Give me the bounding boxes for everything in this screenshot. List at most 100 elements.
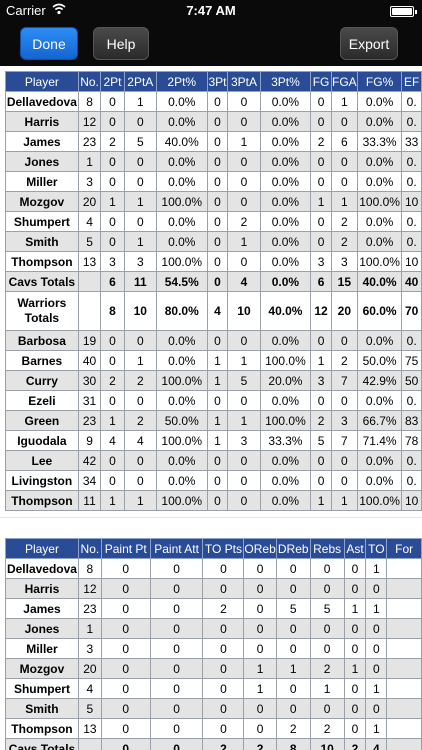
table-row[interactable]: Cavs Totals 0 0 2 2 8 10 2 4	[5, 738, 422, 750]
stat-cell: 0	[206, 131, 229, 152]
misc-stats-table-container[interactable]: Player No. Paint Pt Paint Att TO Pts OReb DReb…	[5, 538, 422, 750]
stat-cell: 0	[343, 718, 367, 739]
table-row[interactable]: Shumpert 4 0 0 0.0% 0 2 0.0% 0 2 0.0% 0.	[5, 211, 422, 232]
stat-cell: 0	[365, 658, 388, 679]
table-row[interactable]: Jones 1 0 0 0.0% 0 0 0.0% 0 0 0.0% 0.	[5, 151, 422, 172]
column-header[interactable]: Player	[5, 71, 79, 92]
table-row[interactable]: Harris 12 0 0 0.0% 0 0 0.0% 0 0 0.0% 0.	[5, 111, 422, 132]
stat-cell: 0	[206, 111, 229, 132]
stat-cell: 0	[149, 638, 204, 659]
column-header[interactable]: FG%	[356, 71, 403, 92]
column-header[interactable]: TO Pts	[202, 538, 245, 559]
stat-cell: 20	[77, 191, 102, 212]
column-header[interactable]: Player	[5, 538, 79, 559]
stat-cell: 4	[100, 430, 125, 451]
table-row[interactable]: Miller 3 0 0 0 0 0 0 0 0	[5, 638, 422, 659]
table-row[interactable]: Green 23 1 2 50.0% 1 1 100.0% 2 3 66.7% 83	[5, 410, 422, 431]
column-header[interactable]: FG	[310, 71, 332, 92]
stat-cell: 0	[227, 390, 261, 411]
column-header[interactable]: 2Pt%	[155, 71, 208, 92]
column-header[interactable]: 2Pt	[100, 71, 125, 92]
section-divider	[0, 517, 422, 518]
stat-cell: 1	[330, 490, 358, 511]
column-header[interactable]: 2PtA	[123, 71, 157, 92]
table-row[interactable]: Harris 12 0 0 0 0 0 0 0 0	[5, 578, 422, 599]
stat-cell	[77, 738, 102, 750]
column-header[interactable]: Ast	[343, 538, 367, 559]
stat-cell: 23	[77, 598, 102, 619]
table-row[interactable]: Livingston 34 0 0 0.0% 0 0 0.0% 0 0 0.0% 0.	[5, 470, 422, 491]
table-row[interactable]: Thompson 13 0 0 0 0 2 2 0 1	[5, 718, 422, 739]
stat-cell	[386, 578, 422, 599]
column-header[interactable]: 3Pt	[206, 71, 229, 92]
stat-cell: 8	[100, 291, 125, 331]
stat-cell: 0	[243, 638, 277, 659]
player-name-cell: Miller	[5, 171, 79, 192]
table-row[interactable]: James 23 2 5 40.0% 0 1 0.0% 2 6 33.3% 33	[5, 131, 422, 152]
table-row[interactable]: Smith 5 0 0 0 0 0 0 0 0	[5, 698, 422, 719]
table-row[interactable]: Thompson 13 3 3 100.0% 0 0 0.0% 3 3 100.0% 10	[5, 251, 422, 272]
column-header[interactable]: DReb	[275, 538, 311, 559]
column-header[interactable]: For	[386, 538, 422, 559]
shooting-stats-table-container[interactable]: Player No. 2Pt 2PtA 2Pt% 3Pt 3PtA 3Pt% FG FGA FG% E…	[5, 71, 422, 514]
stat-cell: 0	[100, 350, 125, 371]
stat-cell: 2	[275, 718, 311, 739]
table-row[interactable]: Dellavedova 8 0 0 0 0 0 0 0 1	[5, 558, 422, 579]
stat-cell: 0.0%	[155, 350, 208, 371]
column-header[interactable]: OReb	[243, 538, 277, 559]
table-row[interactable]: James 23 0 0 2 0 5 5 1 1	[5, 598, 422, 619]
stat-cell	[386, 698, 422, 719]
stat-cell: 0	[100, 171, 125, 192]
player-name-cell: Shumpert	[5, 211, 79, 232]
column-header[interactable]: No.	[77, 71, 102, 92]
table-row[interactable]: Mozgov 20 0 0 0 1 1 2 1 0	[5, 658, 422, 679]
table-row[interactable]: Jones 1 0 0 0 0 0 0 0 0	[5, 618, 422, 639]
table-row[interactable]: Lee 42 0 0 0.0% 0 0 0.0% 0 0 0.0% 0.	[5, 450, 422, 471]
stat-cell: 12	[310, 291, 332, 331]
table-row[interactable]: Ezeli 31 0 0 0.0% 0 0 0.0% 0 0 0.0% 0.	[5, 390, 422, 411]
stat-cell: 0	[309, 578, 345, 599]
table-row[interactable]: Warriors Totals 8 10 80.0% 4 10 40.0% 12 20 60.0%…	[5, 291, 422, 331]
player-name-cell: Shumpert	[5, 678, 79, 699]
stat-cell: 1	[227, 350, 261, 371]
stat-cell: 0.0%	[259, 151, 312, 172]
export-button[interactable]: Export	[340, 27, 398, 60]
table-row[interactable]: Cavs Totals 6 11 54.5% 0 4 0.0% 6 15 40.0% 40	[5, 271, 422, 292]
table-row[interactable]: Miller 3 0 0 0.0% 0 0 0.0% 0 0 0.0% 0.	[5, 171, 422, 192]
done-button[interactable]: Done	[20, 27, 78, 60]
stat-cell: 1	[310, 490, 332, 511]
column-header[interactable]: 3PtA	[227, 71, 261, 92]
table-row[interactable]: Barbosa 19 0 0 0.0% 0 0 0.0% 0 0 0.0% 0.	[5, 330, 422, 351]
stat-cell: 3	[310, 251, 332, 272]
stat-cell: 6	[100, 271, 125, 292]
stat-cell: 2	[123, 410, 157, 431]
column-header[interactable]: FGA	[330, 71, 358, 92]
table-row[interactable]: Iguodala 9 4 4 100.0% 1 3 33.3% 5 7 71.4% 78	[5, 430, 422, 451]
table-row[interactable]: Shumpert 4 0 0 0 1 0 1 0 1	[5, 678, 422, 699]
stat-cell: 40.0%	[356, 271, 403, 292]
column-header[interactable]: Rebs	[309, 538, 345, 559]
help-button[interactable]: Help	[93, 27, 149, 60]
table-row[interactable]: Smith 5 0 1 0.0% 0 1 0.0% 0 2 0.0% 0.	[5, 231, 422, 252]
column-header[interactable]: EF	[401, 71, 422, 92]
stat-cell: 12	[77, 578, 102, 599]
stat-cell: 0	[206, 151, 229, 172]
player-name-cell: Warriors Totals	[5, 291, 79, 331]
column-header[interactable]: 3Pt%	[259, 71, 312, 92]
column-header[interactable]: Paint Att	[149, 538, 204, 559]
column-header[interactable]: Paint Pt	[100, 538, 151, 559]
column-header[interactable]: No.	[77, 538, 102, 559]
stat-cell: 0	[227, 450, 261, 471]
table-row[interactable]: Curry 30 2 2 100.0% 1 5 20.0% 3 7 42.9% 50	[5, 370, 422, 391]
stat-cell: 19	[77, 330, 102, 351]
stat-cell: 0	[100, 718, 151, 739]
stat-cell: 1	[343, 598, 367, 619]
player-name-cell: Lee	[5, 450, 79, 471]
stat-cell: 2	[330, 211, 358, 232]
table-row[interactable]: Barnes 40 0 1 0.0% 1 1 100.0% 1 2 50.0% 75	[5, 350, 422, 371]
column-header[interactable]: TO	[365, 538, 388, 559]
stat-cell: 71.4%	[356, 430, 403, 451]
table-row[interactable]: Dellavedova 8 0 1 0.0% 0 0 0.0% 0 1 0.0% 0.	[5, 91, 422, 112]
table-row[interactable]: Thompson 11 1 1 100.0% 0 0 0.0% 1 1 100.0% 10	[5, 490, 422, 511]
table-row[interactable]: Mozgov 20 1 1 100.0% 0 0 0.0% 1 1 100.0% 10	[5, 191, 422, 212]
